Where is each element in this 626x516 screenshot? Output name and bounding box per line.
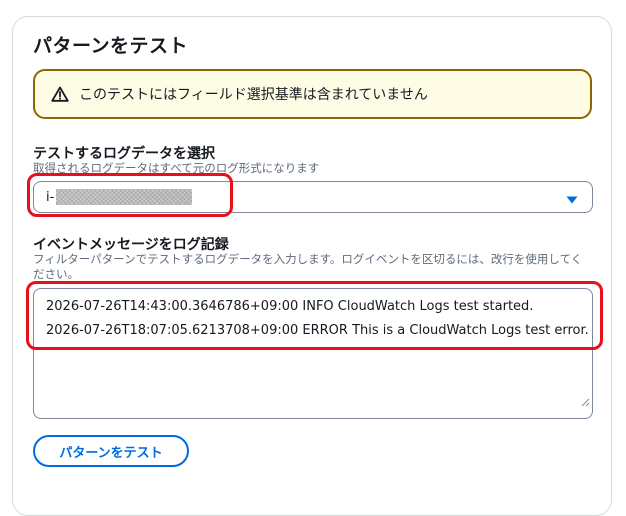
- warning-alert: このテストにはフィールド選択基準は含まれていません: [33, 69, 592, 119]
- log-data-label: テストするログデータを選択: [33, 146, 215, 162]
- log-data-selected-value: i-: [46, 189, 55, 205]
- event-messages-description: フィルターパターンでテストするログデータを入力します。ログイベントを区切るには、…: [33, 252, 583, 281]
- test-pattern-button[interactable]: パターンをテスト: [33, 435, 189, 467]
- log-line: 2026-07-26T14:43:00.3646786+09:00 INFO C…: [46, 299, 534, 314]
- warning-icon: [51, 86, 69, 102]
- log-data-select[interactable]: i-: [33, 181, 593, 213]
- panel-title: パターンをテスト: [33, 35, 189, 57]
- event-messages-textarea[interactable]: 2026-07-26T14:43:00.3646786+09:00 INFO C…: [33, 288, 593, 419]
- resize-handle-icon[interactable]: [580, 392, 590, 416]
- test-pattern-panel: パターンをテスト このテストにはフィールド選択基準は含まれていません テストする…: [12, 16, 612, 516]
- event-messages-label: イベントメッセージをログ記録: [33, 237, 229, 253]
- redacted-instance-id: [56, 189, 193, 205]
- warning-alert-text: このテストにはフィールド選択基準は含まれていません: [79, 87, 428, 103]
- log-line: 2026-07-26T18:07:05.6213708+09:00 ERROR …: [46, 323, 589, 338]
- log-data-description: 取得されるログデータはすべて元のログ形式になります: [33, 161, 320, 175]
- caret-down-icon[interactable]: [566, 193, 578, 208]
